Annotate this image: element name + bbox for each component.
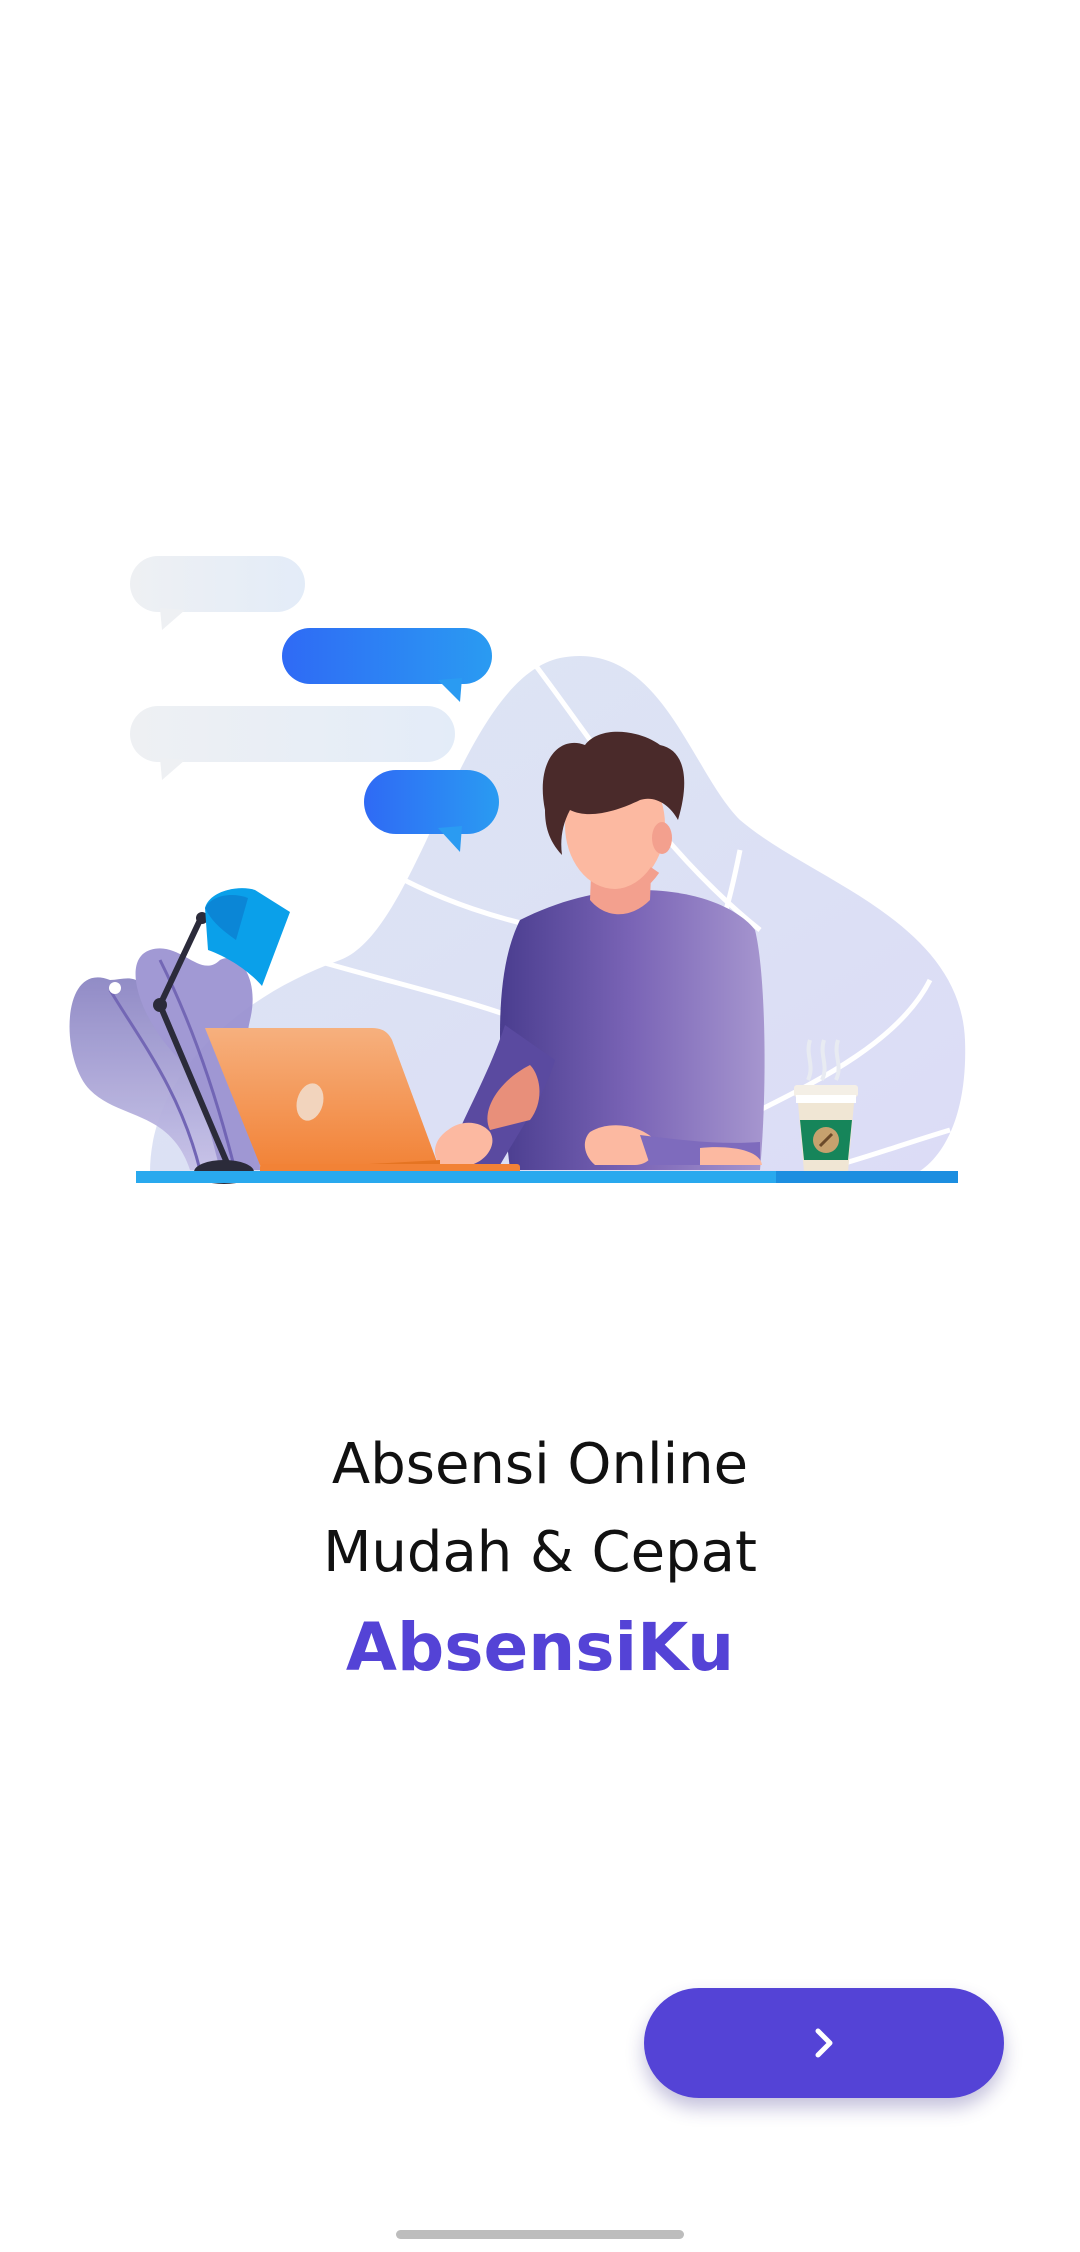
chat-bubble-blue-1 xyxy=(282,628,492,702)
onboarding-illustration xyxy=(0,520,1080,1220)
chevron-right-icon xyxy=(802,2021,846,2065)
tagline-line-2: Mudah & Cepat xyxy=(323,1520,757,1585)
chat-bubble-grey-1 xyxy=(130,556,305,630)
chat-bubble-grey-2 xyxy=(130,706,455,780)
next-button[interactable] xyxy=(644,1988,1004,2098)
home-indicator[interactable] xyxy=(396,2230,684,2239)
tagline-line-1: Absensi Online xyxy=(331,1432,749,1497)
app-brand-name: AbsensiKu xyxy=(345,1609,735,1686)
onboarding-screen: Absensi Online Mudah & Cepat AbsensiKu xyxy=(0,0,1080,2252)
